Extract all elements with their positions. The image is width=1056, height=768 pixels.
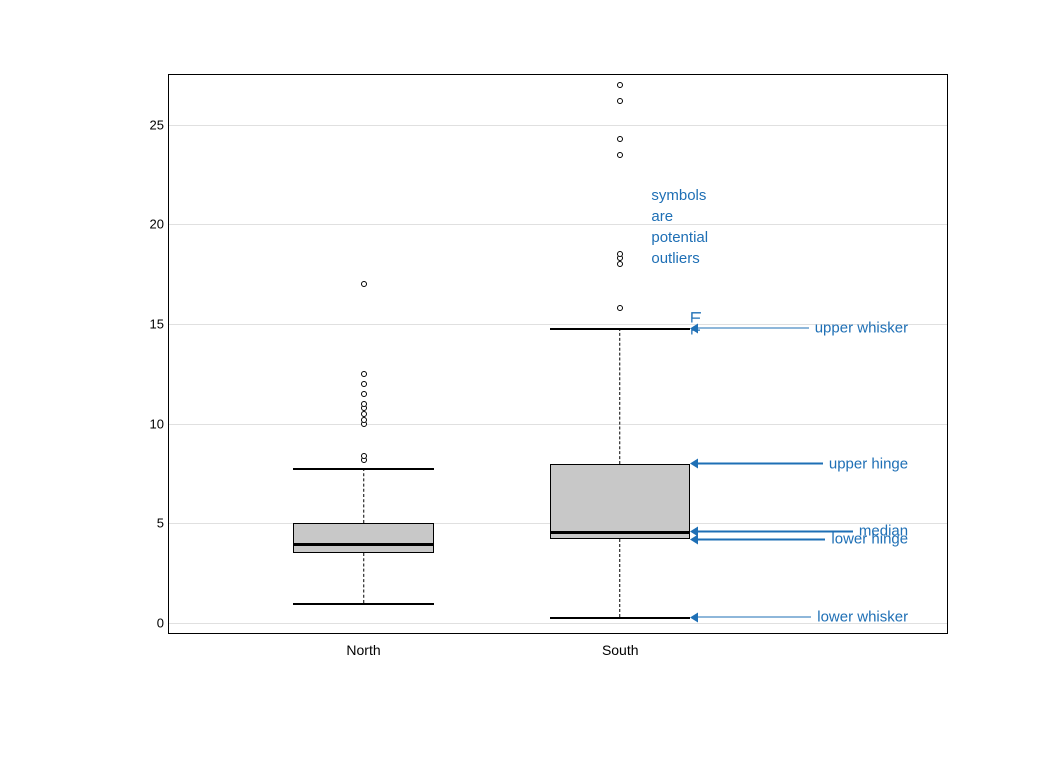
x-tick-label-south: South [602, 642, 639, 658]
grid-line [169, 224, 947, 225]
iqr-box [550, 464, 690, 540]
upper-whisker-line [363, 468, 365, 524]
plot-area: 0510152025NorthSouthupper whiskerupper h… [168, 74, 948, 634]
grid-line [169, 424, 947, 425]
median-line [293, 543, 433, 546]
y-tick-label: 10 [150, 416, 164, 431]
annotation-row: lower hinge [690, 531, 908, 548]
outlier-dot [361, 371, 367, 377]
upper-whisker-cap [293, 468, 433, 470]
median-line [550, 531, 690, 534]
outlier-dot [617, 82, 623, 88]
y-tick-label: 25 [150, 117, 164, 132]
annotation-row: lower whisker [690, 609, 908, 626]
y-tick-label: 20 [150, 217, 164, 232]
annotation-arrow-line [698, 463, 823, 465]
lower-whisker-line [363, 553, 365, 603]
chart-container: 0 5 10 15 20 25 North South upper whisker upper h… [28, 24, 1028, 744]
annotation-label: upper hinge [829, 455, 908, 472]
y-tick-label: 15 [150, 317, 164, 332]
annotation-arrow-line [698, 327, 808, 329]
outlier-dot [361, 417, 367, 423]
outlier-dot [361, 401, 367, 407]
outlier-dot [617, 261, 623, 267]
grid-line [169, 125, 947, 126]
y-tick-label: 0 [157, 616, 164, 631]
outlier-dot [617, 152, 623, 158]
lower-whisker-line [619, 539, 621, 617]
annotation-label: lower hinge [831, 531, 908, 548]
outlier-dot [617, 98, 623, 104]
annotation-row: upper whisker [690, 320, 908, 337]
x-tick-label-north: North [346, 642, 380, 658]
lower-whisker-cap [550, 617, 690, 619]
outlier-dot [617, 136, 623, 142]
y-tick-label: 5 [157, 516, 164, 531]
iqr-box [293, 523, 433, 553]
annotation-arrow-line [698, 539, 825, 541]
arrowhead-icon [690, 534, 698, 544]
arrowhead-icon [690, 612, 698, 622]
outlier-dot [617, 305, 623, 311]
chart-area: 0 5 10 15 20 25 North South upper whisker upper h… [98, 54, 958, 714]
outlier-annotation: symbolsarepotentialoutliers [651, 185, 708, 269]
annotation-label: upper whisker [815, 320, 908, 337]
upper-whisker-cap [550, 328, 690, 330]
outlier-dot [617, 251, 623, 257]
annotation-row: upper hinge [690, 455, 908, 472]
outlier-dot [361, 411, 367, 417]
outlier-dot [361, 381, 367, 387]
outlier-dot [361, 391, 367, 397]
outlier-dot [361, 453, 367, 459]
bracket-icon-low: ⌐ [690, 308, 701, 329]
arrowhead-icon [690, 459, 698, 469]
annotation-arrow-line [698, 616, 811, 618]
outlier-dot [361, 281, 367, 287]
annotation-label: lower whisker [817, 609, 908, 626]
lower-whisker-cap [293, 603, 433, 605]
upper-whisker-line [619, 328, 621, 464]
